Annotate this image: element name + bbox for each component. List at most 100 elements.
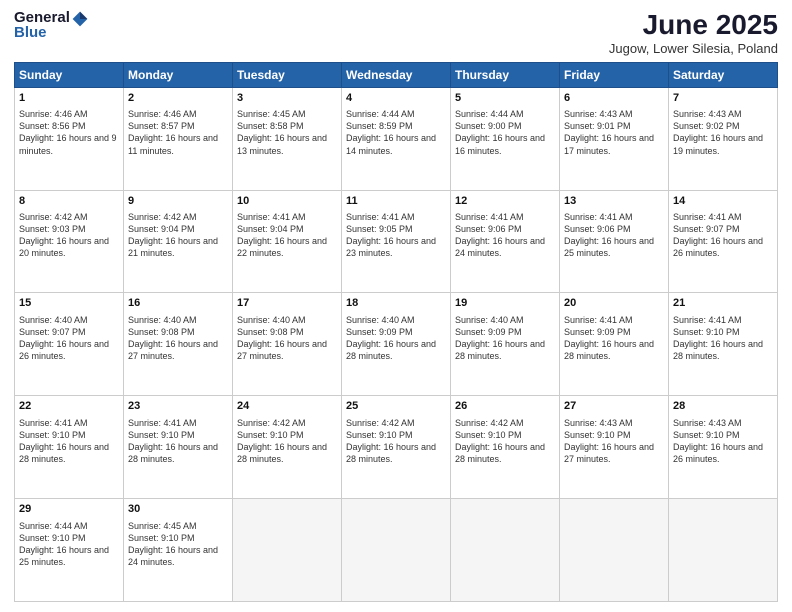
day-number: 1 [19, 91, 119, 106]
day-number: 30 [128, 502, 228, 517]
calendar-table: SundayMondayTuesdayWednesdayThursdayFrid… [14, 62, 778, 602]
day-number: 2 [128, 91, 228, 106]
calendar-cell: 18 Sunrise: 4:40 AMSunset: 9:09 PMDayligh… [342, 293, 451, 396]
calendar-cell: 23 Sunrise: 4:41 AMSunset: 9:10 PMDayligh… [124, 396, 233, 499]
day-info: Sunrise: 4:41 AMSunset: 9:10 PMDaylight:… [19, 417, 119, 466]
day-info: Sunrise: 4:42 AMSunset: 9:03 PMDaylight:… [19, 211, 119, 260]
day-info: Sunrise: 4:42 AMSunset: 9:10 PMDaylight:… [455, 417, 555, 466]
calendar-cell: 14 Sunrise: 4:41 AMSunset: 9:07 PMDayligh… [669, 190, 778, 293]
day-number: 28 [673, 399, 773, 414]
day-of-week-header: Sunday [15, 62, 124, 87]
day-number: 18 [346, 296, 446, 311]
day-info: Sunrise: 4:40 AMSunset: 9:08 PMDaylight:… [237, 314, 337, 363]
day-of-week-header: Tuesday [233, 62, 342, 87]
day-number: 6 [564, 91, 664, 106]
day-number: 14 [673, 194, 773, 209]
calendar-cell: 20Sunrise: 4:41 AMSunset: 9:09 PMDayligh… [560, 293, 669, 396]
page: General Blue June 2025 Jugow, Lower Sile… [0, 0, 792, 612]
calendar-cell [560, 499, 669, 602]
calendar-cell: 5 Sunrise: 4:44 AMSunset: 9:00 PMDaylight… [451, 87, 560, 190]
day-of-week-header: Saturday [669, 62, 778, 87]
day-number: 5 [455, 91, 555, 106]
calendar-row: 29 Sunrise: 4:44 AMSunset: 9:10 PMDayligh… [15, 499, 778, 602]
day-of-week-header: Monday [124, 62, 233, 87]
calendar-cell: 2Sunrise: 4:46 AMSunset: 8:57 PMDaylight… [124, 87, 233, 190]
day-info: Sunrise: 4:43 AMSunset: 9:01 PMDaylight:… [564, 108, 664, 157]
day-number: 19 [455, 296, 555, 311]
title-block: June 2025 Jugow, Lower Silesia, Poland [609, 10, 778, 56]
day-number: 16 [128, 296, 228, 311]
calendar-cell: 13Sunrise: 4:41 AMSunset: 9:06 PMDayligh… [560, 190, 669, 293]
day-number: 7 [673, 91, 773, 106]
day-info: Sunrise: 4:42 AMSunset: 9:10 PMDaylight:… [346, 417, 446, 466]
day-number: 21 [673, 296, 773, 311]
calendar-cell [233, 499, 342, 602]
day-number: 22 [19, 399, 119, 414]
day-info: Sunrise: 4:41 AMSunset: 9:10 PMDaylight:… [673, 314, 773, 363]
day-of-week-header: Thursday [451, 62, 560, 87]
day-info: Sunrise: 4:42 AMSunset: 9:04 PMDaylight:… [128, 211, 228, 260]
calendar-cell: 15 Sunrise: 4:40 AMSunset: 9:07 PMDayligh… [15, 293, 124, 396]
calendar-cell: 11Sunrise: 4:41 AMSunset: 9:05 PMDayligh… [342, 190, 451, 293]
calendar-cell: 25 Sunrise: 4:42 AMSunset: 9:10 PMDayligh… [342, 396, 451, 499]
day-number: 27 [564, 399, 664, 414]
calendar-cell: 12Sunrise: 4:41 AMSunset: 9:06 PMDayligh… [451, 190, 560, 293]
day-number: 9 [128, 194, 228, 209]
day-info: Sunrise: 4:45 AMSunset: 9:10 PMDaylight:… [128, 520, 228, 569]
day-info: Sunrise: 4:41 AMSunset: 9:06 PMDaylight:… [455, 211, 555, 260]
month-title: June 2025 [609, 10, 778, 41]
day-info: Sunrise: 4:41 AMSunset: 9:04 PMDaylight:… [237, 211, 337, 260]
calendar-cell [669, 499, 778, 602]
day-of-week-header: Friday [560, 62, 669, 87]
day-info: Sunrise: 4:44 AMSunset: 9:10 PMDaylight:… [19, 520, 119, 569]
calendar-row: 8Sunrise: 4:42 AMSunset: 9:03 PMDaylight… [15, 190, 778, 293]
calendar-row: 15 Sunrise: 4:40 AMSunset: 9:07 PMDayligh… [15, 293, 778, 396]
calendar-cell: 28 Sunrise: 4:43 AMSunset: 9:10 PMDayligh… [669, 396, 778, 499]
day-number: 29 [19, 502, 119, 517]
calendar-cell: 3 Sunrise: 4:45 AMSunset: 8:58 PMDaylight… [233, 87, 342, 190]
day-info: Sunrise: 4:43 AMSunset: 9:10 PMDaylight:… [673, 417, 773, 466]
day-info: Sunrise: 4:41 AMSunset: 9:10 PMDaylight:… [128, 417, 228, 466]
day-number: 3 [237, 91, 337, 106]
day-number: 24 [237, 399, 337, 414]
day-number: 25 [346, 399, 446, 414]
calendar-row: 1 Sunrise: 4:46 AMSunset: 8:56 PMDaylight… [15, 87, 778, 190]
logo: General Blue [14, 10, 89, 42]
day-number: 15 [19, 296, 119, 311]
calendar-cell [451, 499, 560, 602]
calendar-cell: 17 Sunrise: 4:40 AMSunset: 9:08 PMDayligh… [233, 293, 342, 396]
day-info: Sunrise: 4:40 AMSunset: 9:09 PMDaylight:… [346, 314, 446, 363]
location: Jugow, Lower Silesia, Poland [609, 41, 778, 56]
calendar-cell: 22 Sunrise: 4:41 AMSunset: 9:10 PMDayligh… [15, 396, 124, 499]
calendar-cell: 6 Sunrise: 4:43 AMSunset: 9:01 PMDaylight… [560, 87, 669, 190]
day-info: Sunrise: 4:41 AMSunset: 9:05 PMDaylight:… [346, 211, 446, 260]
day-number: 10 [237, 194, 337, 209]
calendar-cell: 26 Sunrise: 4:42 AMSunset: 9:10 PMDayligh… [451, 396, 560, 499]
day-number: 26 [455, 399, 555, 414]
calendar-cell: 9 Sunrise: 4:42 AMSunset: 9:04 PMDaylight… [124, 190, 233, 293]
calendar-cell: 4Sunrise: 4:44 AMSunset: 8:59 PMDaylight… [342, 87, 451, 190]
day-number: 4 [346, 91, 446, 106]
day-number: 17 [237, 296, 337, 311]
day-info: Sunrise: 4:41 AMSunset: 9:07 PMDaylight:… [673, 211, 773, 260]
calendar-cell: 21 Sunrise: 4:41 AMSunset: 9:10 PMDayligh… [669, 293, 778, 396]
calendar-row: 22 Sunrise: 4:41 AMSunset: 9:10 PMDayligh… [15, 396, 778, 499]
day-info: Sunrise: 4:46 AMSunset: 8:56 PMDaylight:… [19, 108, 119, 157]
day-info: Sunrise: 4:44 AMSunset: 9:00 PMDaylight:… [455, 108, 555, 157]
calendar-cell: 7Sunrise: 4:43 AMSunset: 9:02 PMDaylight… [669, 87, 778, 190]
day-info: Sunrise: 4:45 AMSunset: 8:58 PMDaylight:… [237, 108, 337, 157]
calendar-cell: 29 Sunrise: 4:44 AMSunset: 9:10 PMDayligh… [15, 499, 124, 602]
calendar-cell: 16Sunrise: 4:40 AMSunset: 9:08 PMDayligh… [124, 293, 233, 396]
day-info: Sunrise: 4:41 AMSunset: 9:06 PMDaylight:… [564, 211, 664, 260]
calendar-cell: 30 Sunrise: 4:45 AMSunset: 9:10 PMDayligh… [124, 499, 233, 602]
calendar-cell: 19Sunrise: 4:40 AMSunset: 9:09 PMDayligh… [451, 293, 560, 396]
day-info: Sunrise: 4:40 AMSunset: 9:07 PMDaylight:… [19, 314, 119, 363]
day-number: 23 [128, 399, 228, 414]
calendar-cell: 10 Sunrise: 4:41 AMSunset: 9:04 PMDayligh… [233, 190, 342, 293]
day-info: Sunrise: 4:41 AMSunset: 9:09 PMDaylight:… [564, 314, 664, 363]
logo-blue: Blue [14, 25, 89, 42]
calendar-cell: 24Sunrise: 4:42 AMSunset: 9:10 PMDayligh… [233, 396, 342, 499]
header: General Blue June 2025 Jugow, Lower Sile… [14, 10, 778, 56]
calendar-cell: 8Sunrise: 4:42 AMSunset: 9:03 PMDaylight… [15, 190, 124, 293]
calendar-cell [342, 499, 451, 602]
